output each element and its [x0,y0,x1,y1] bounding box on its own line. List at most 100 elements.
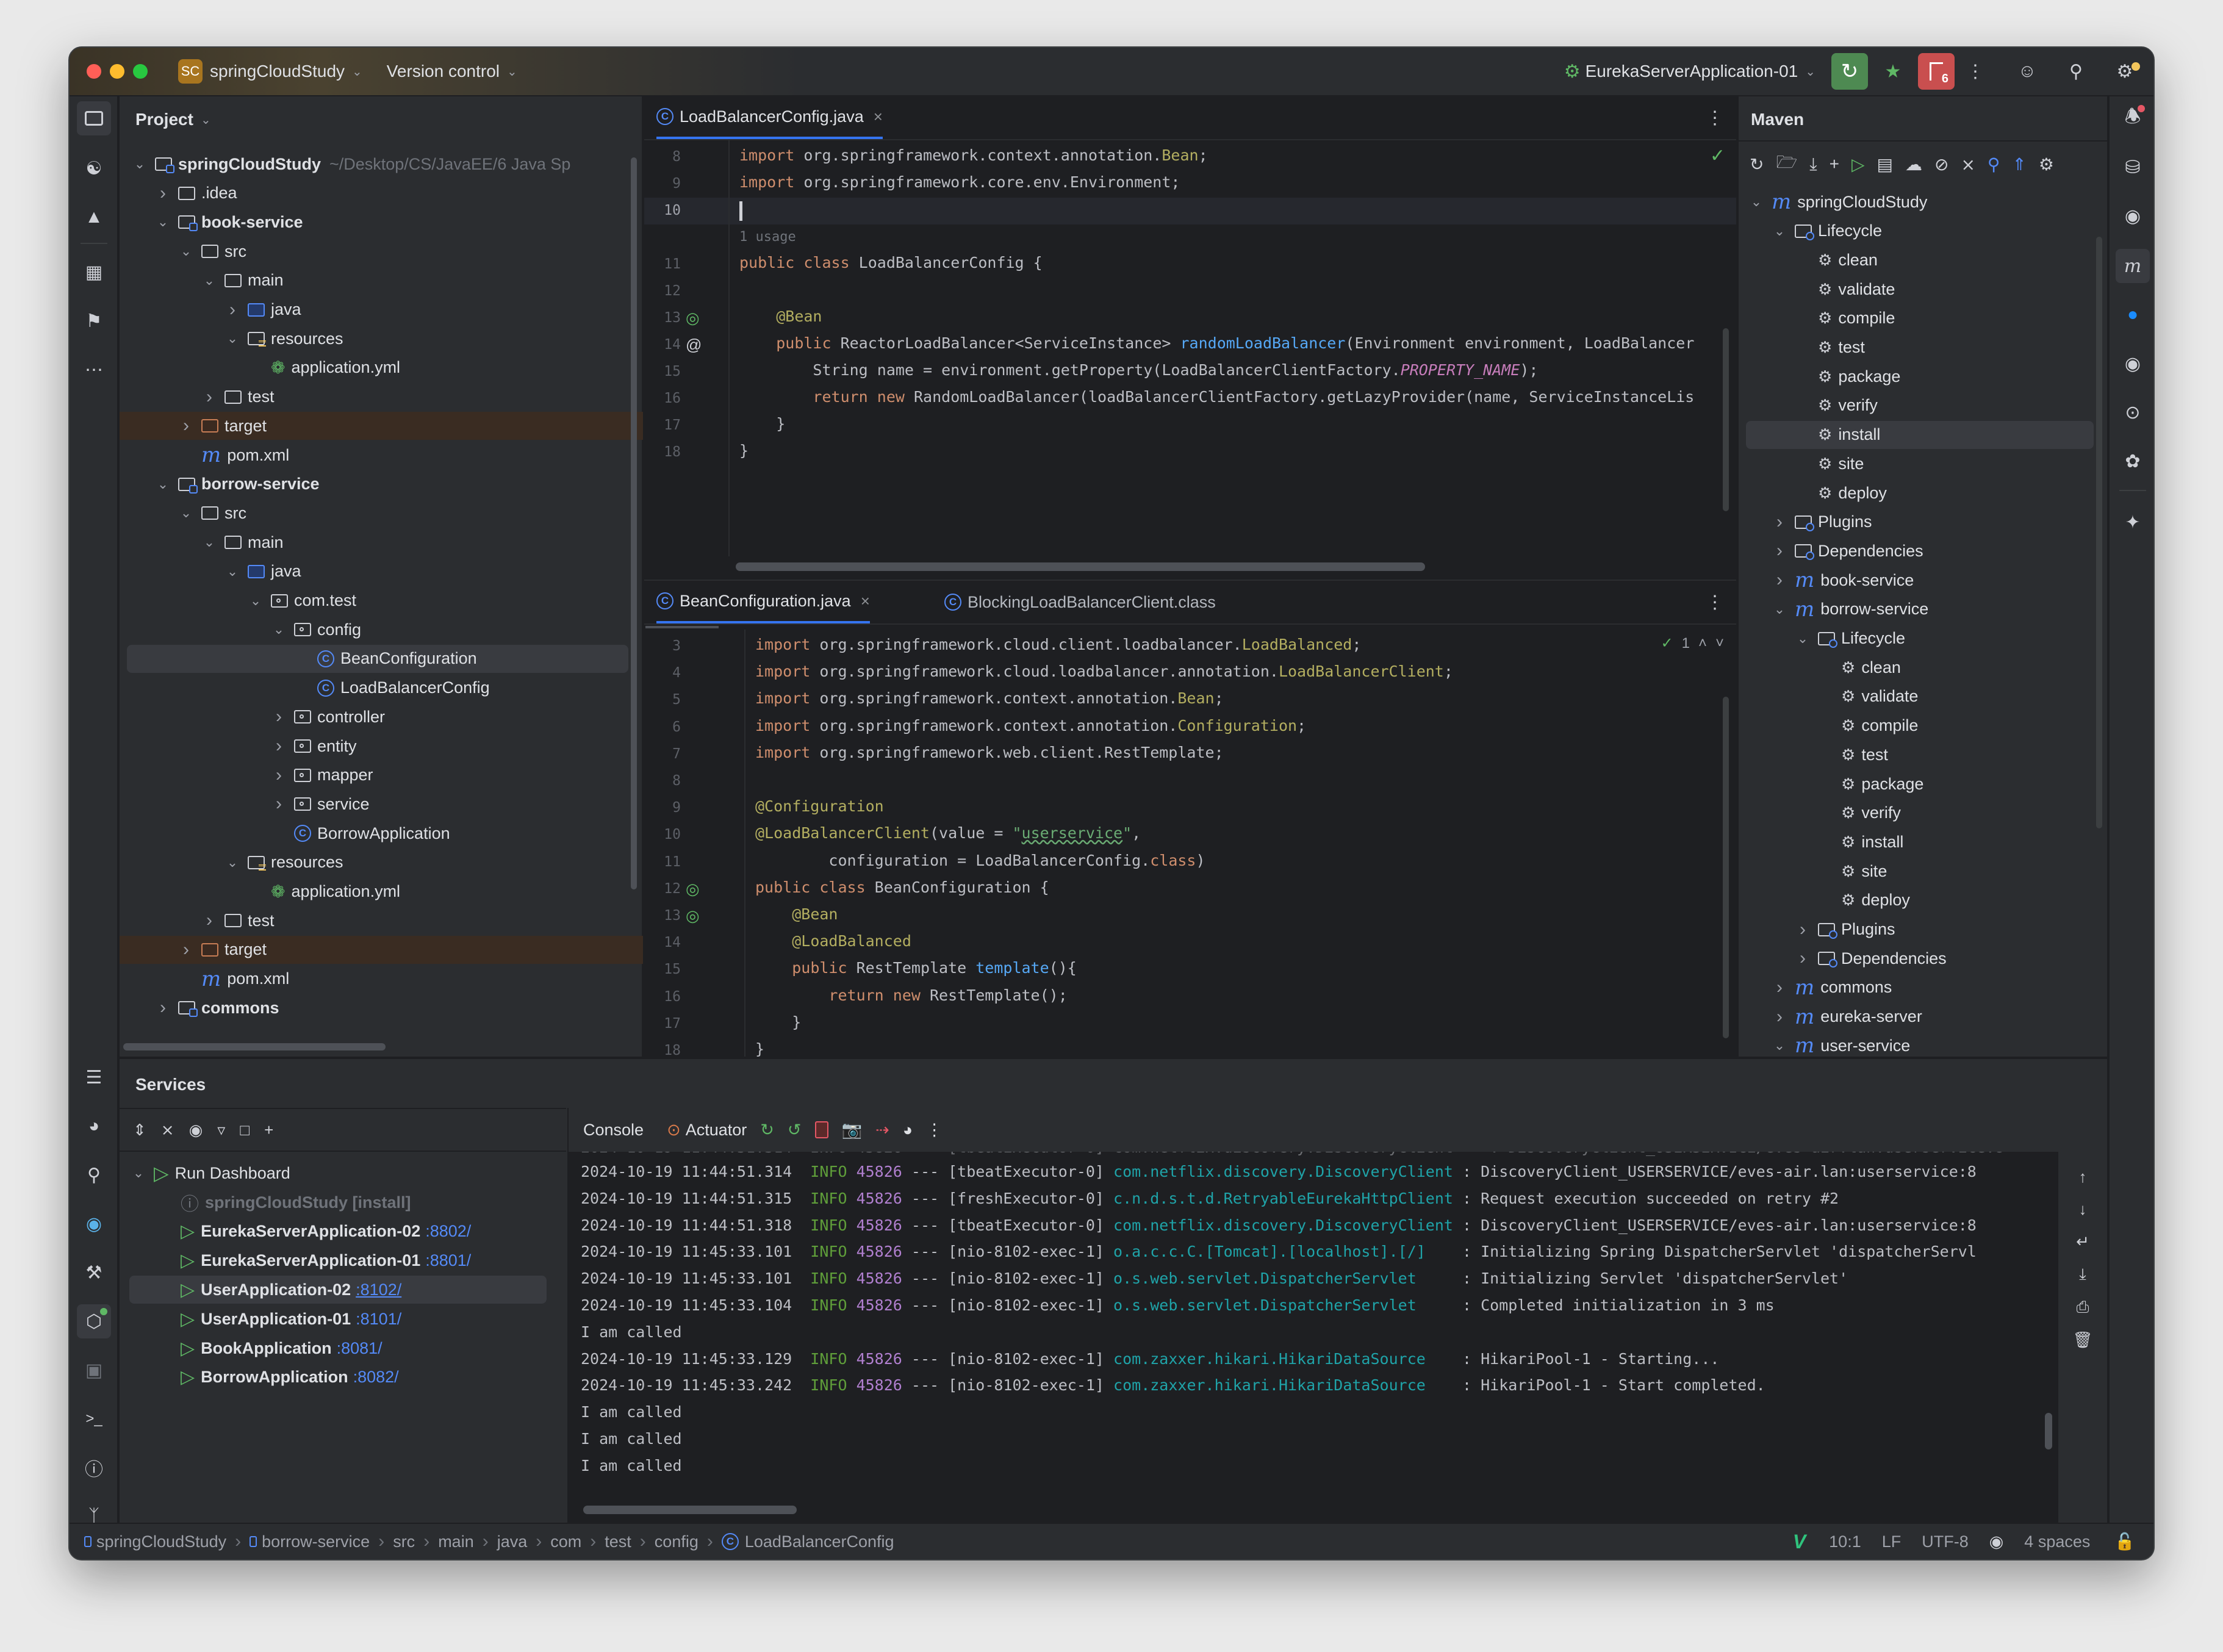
collapse-all-icon[interactable]: ⨯ [161,1121,174,1140]
chevron-down-icon[interactable]: ⌄ [1750,194,1763,210]
project-tree-item[interactable]: m pom.xml [120,441,643,469]
editor-bottom-tab[interactable]: C BlockingLoadBalancerClient.class [944,581,1216,623]
project-tree-item[interactable]: › target [120,412,643,440]
editor-tab-options-button[interactable]: ⋮ [1706,107,1724,129]
code-line[interactable]: @Bean [739,307,822,325]
clear-all-icon[interactable]: 🗑 [2072,1331,2092,1349]
code-line[interactable]: return new RandomLoadBalancer(loadBalanc… [739,388,1694,406]
maven-tree-item[interactable]: ⌄ m borrow-service [1739,595,2108,623]
project-scrollbar-vertical[interactable] [631,157,637,889]
log-logger[interactable]: o.a.c.c.C.[Tomcat].[localhost].[/] [1113,1243,1462,1260]
chevron-right-icon[interactable]: › [1773,977,1786,998]
service-item[interactable]: ▷ BorrowApplication:8082/ [129,1363,547,1392]
maven-tree-item[interactable]: ⚙ clean [1739,246,2108,274]
copilot-chat-button[interactable]: ◉ [2116,199,2150,233]
ai-assistant-button[interactable]: ✦ [2116,505,2150,539]
project-tree-item[interactable]: ⌄ config [120,616,643,644]
editor-bottom-code[interactable]: 3 import org.springframework.cloud.client… [644,630,1736,1057]
chevron-down-icon[interactable]: ⌄ [179,243,193,259]
project-tree-item[interactable]: ⌄ main [120,528,643,556]
code-line[interactable]: } [739,442,749,459]
maven-tree-item[interactable]: › Plugins [1739,508,2108,536]
code-line[interactable]: import org.springframework.cloud.client.… [755,636,1361,653]
more-actions-button[interactable]: ⋮ [1963,61,1988,82]
code-line[interactable]: @Bean [755,905,838,923]
terminal-tool-button[interactable]: >_ [77,1402,111,1436]
profiler-icon[interactable]: ◕ [903,1121,913,1140]
maven-tree-item[interactable]: ⚙ validate [1739,683,2108,711]
close-window-button[interactable] [87,64,101,79]
offline-icon[interactable]: ☁ [1905,154,1922,174]
scroll-up-icon[interactable]: ↑ [2079,1168,2087,1187]
service-item[interactable]: ▷ EurekaServerApplication-01:8801/ [129,1247,547,1275]
maven-tree-item[interactable]: › Dependencies [1739,537,2108,565]
code-line[interactable]: public RestTemplate template(){ [755,959,1077,977]
rerun-debug-icon[interactable]: ↺ [788,1121,802,1140]
editor-tab-options-button[interactable]: ⋮ [1706,592,1724,613]
analyze-deps-icon[interactable]: ⚲ [1988,154,2000,174]
code-line[interactable]: public class LoadBalancerConfig { [739,254,1043,271]
filter-icon[interactable]: ▿ [217,1121,225,1140]
service-item[interactable]: ▷ UserApplication-01:8101/ [129,1305,547,1333]
log-logger[interactable]: c.n.d.s.t.d.RetryableEurekaHttpClient [1113,1190,1462,1207]
problems-tool-button[interactable]: ⓘ [77,1451,111,1485]
chat-tool-button[interactable]: ● [2116,298,2150,332]
spring-bean-gutter-icon[interactable]: ◎ [686,907,700,925]
chevron-right-icon[interactable]: › [179,415,193,436]
breadcrumb-item[interactable]: java [497,1532,528,1551]
project-tree-item[interactable]: ❁ application.yml [120,354,643,382]
maximize-window-button[interactable] [133,64,148,79]
run-maven-icon[interactable]: ▷ [1851,154,1865,174]
log-logger[interactable]: com.zaxxer.hikari.HikariDataSource [1113,1350,1462,1368]
code-line[interactable]: 1 usage [739,227,796,245]
maven-tree-item[interactable]: ⚙ site [1739,857,2108,885]
breadcrumb-item[interactable]: config [655,1532,699,1551]
unlock-icon[interactable]: 🔓 [2114,1532,2135,1551]
console-scrollbar-h[interactable] [583,1506,797,1514]
exit-icon[interactable]: ⇢ [875,1121,889,1140]
project-tree-item[interactable]: ⌄ resources [120,849,643,877]
chevron-down-icon[interactable]: ⌄ [226,564,239,580]
inspection-widget[interactable]: ✓ 1 ˄ ˅ [1661,634,1725,652]
chevron-right-icon[interactable]: › [203,910,216,931]
cursor-position[interactable]: 10:1 [1829,1532,1861,1551]
code-line[interactable]: return new RestTemplate(); [755,986,1067,1004]
maven-tree-item[interactable]: ⚙ deploy [1739,479,2108,507]
autowired-gutter-icon[interactable]: @ [686,336,702,354]
chevron-right-icon[interactable]: › [156,997,170,1018]
maven-tree-item[interactable]: ⚙ clean [1739,653,2108,681]
project-tree-item[interactable]: m pom.xml [120,965,643,993]
todo-tool-button[interactable]: ☰ [77,1060,111,1094]
code-line[interactable]: import org.springframework.cloud.loadbal… [755,663,1453,680]
chevron-right-icon[interactable]: › [1796,948,1809,969]
project-tree-item[interactable]: ⌄ src [120,237,643,265]
project-tree-item[interactable]: ❁ application.yml [120,878,643,906]
chevron-down-icon[interactable]: ⌄ [132,1165,145,1181]
log-logger[interactable]: o.s.web.servlet.DispatcherServlet [1113,1296,1462,1314]
chevron-down-icon[interactable]: ⌄ [203,534,216,550]
services-tool-button[interactable]: ☯ [77,151,111,185]
vim-icon[interactable]: V [1793,1531,1806,1553]
code-line[interactable]: } [739,415,785,433]
project-tree-item[interactable]: ⌄ com.test [120,587,643,615]
chevron-down-icon[interactable]: ⌄ [226,855,239,871]
reload-folder-icon[interactable]: 🗁 [1776,149,1797,179]
project-tree-item[interactable]: ⌄ book-service [120,208,643,236]
breadcrumb-item[interactable]: main [438,1532,474,1551]
structure-tool-button[interactable]: ▦ [77,255,111,289]
chevron-right-icon[interactable]: › [203,387,216,408]
project-tree-item[interactable]: › entity [120,732,643,760]
breadcrumb-item[interactable]: com [550,1532,581,1551]
scroll-to-end-icon[interactable]: ⤓ [2079,1265,2086,1284]
services-run-tool-button[interactable]: ⬡ [77,1304,111,1338]
file-encoding[interactable]: UTF-8 [1922,1532,1969,1551]
maven-tree-item[interactable]: ⚙ verify [1739,799,2108,827]
debug-button[interactable]: ★ [1876,61,1909,82]
add-icon[interactable]: + [1830,154,1839,174]
log-logger[interactable]: com.netflix.discovery.DiscoveryClient [1113,1163,1462,1180]
service-port-link[interactable]: :8101/ [356,1310,401,1329]
service-port-link[interactable]: :8802/ [425,1222,471,1241]
service-port-link[interactable]: :8801/ [425,1251,471,1270]
editor-top-scrollbar-v[interactable] [1723,328,1729,511]
chevron-right-icon[interactable]: › [272,794,286,814]
